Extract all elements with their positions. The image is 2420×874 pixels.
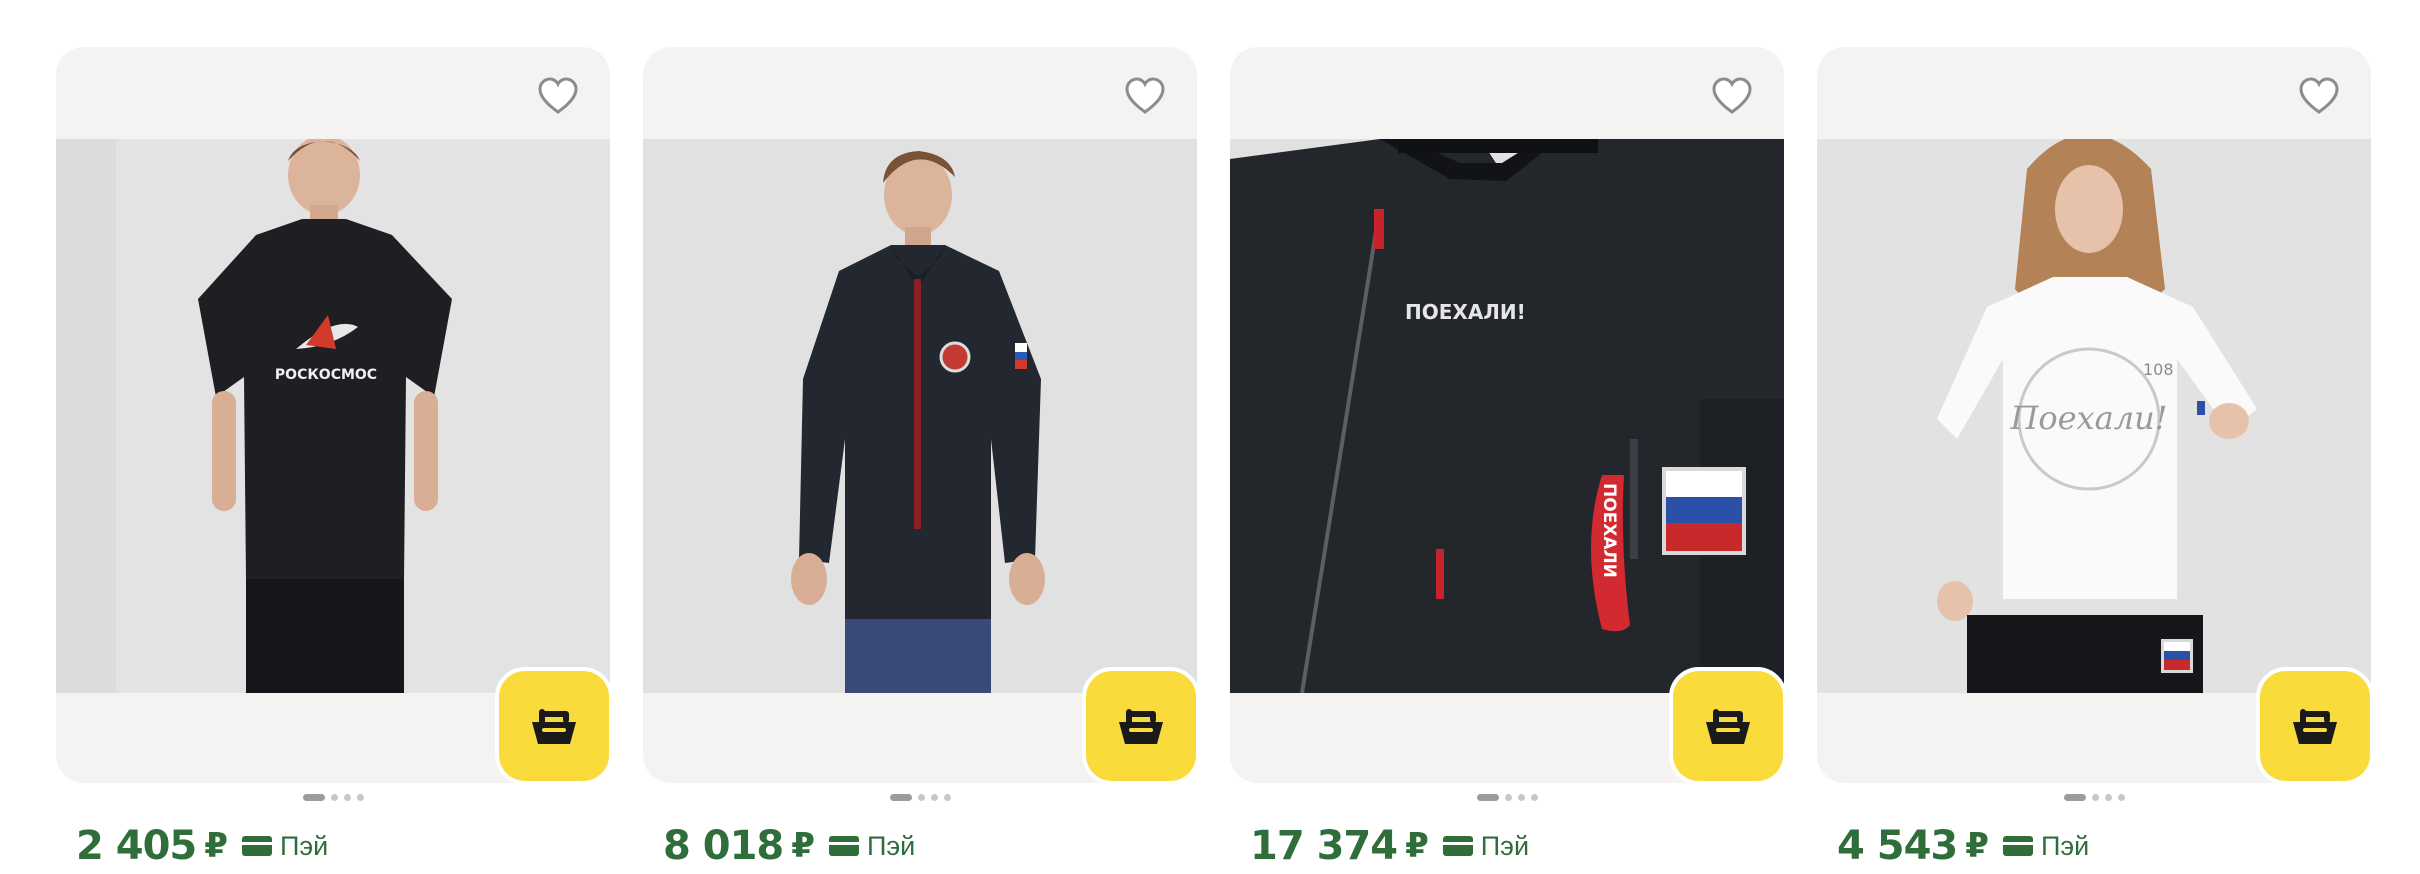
pagination-dot[interactable] xyxy=(2091,794,2099,801)
price-row[interactable]: 8 018 ₽ Пэй xyxy=(663,822,915,870)
pay-label: Пэй xyxy=(2040,830,2090,861)
pagination-dot[interactable] xyxy=(1476,794,1499,801)
basket-icon xyxy=(2293,709,2337,744)
product-card[interactable]: ПОЕХАЛИ ПОЕХАЛИ! 17 374 ₽ Пэй xyxy=(1230,47,1784,874)
price-value: 2 405 xyxy=(76,823,197,869)
add-to-cart-button[interactable] xyxy=(2256,667,2371,783)
add-to-cart-button[interactable] xyxy=(1669,667,1784,783)
strap-print-text: ПОЕХАЛИ xyxy=(1599,483,1619,578)
heart-icon xyxy=(1712,77,1752,114)
image-pagination xyxy=(1230,794,1784,802)
card-icon xyxy=(828,836,859,856)
product-card[interactable]: Поехали! 108 4 543 ₽ Пэй xyxy=(1817,47,2371,874)
currency-symbol: ₽ xyxy=(791,826,815,866)
product-media[interactable] xyxy=(643,47,1197,783)
price-value: 4 543 xyxy=(1837,823,1958,869)
product-image-bomber[interactable]: ПОЕХАЛИ ПОЕХАЛИ! xyxy=(1230,139,1784,693)
card-icon xyxy=(241,836,272,856)
image-pagination xyxy=(1817,794,2371,802)
pagination-dot[interactable] xyxy=(1530,794,1538,801)
product-media[interactable]: ПОЕХАЛИ ПОЕХАЛИ! xyxy=(1230,47,1784,783)
add-to-cart-button[interactable] xyxy=(495,667,610,783)
currency-symbol: ₽ xyxy=(204,826,228,866)
pagination-dot[interactable] xyxy=(889,794,912,801)
pay-label: Пэй xyxy=(866,830,916,861)
price-row[interactable]: 4 543 ₽ Пэй xyxy=(1837,822,2089,870)
pagination-dot[interactable] xyxy=(302,794,325,801)
pagination-dot[interactable] xyxy=(1517,794,1525,801)
basket-icon xyxy=(1706,709,1750,744)
price-value: 8 018 xyxy=(663,823,784,869)
longsleeve-print-number: 108 xyxy=(2143,360,2174,379)
add-to-cart-button[interactable] xyxy=(1082,667,1197,783)
pay-label: Пэй xyxy=(1480,830,1530,861)
pagination-dot[interactable] xyxy=(917,794,925,801)
pay-label: Пэй xyxy=(279,830,329,861)
price-value: 17 374 xyxy=(1250,823,1398,869)
pagination-dot[interactable] xyxy=(330,794,338,801)
product-image-tshirt[interactable]: РОСКОСМОС xyxy=(56,139,610,693)
favorite-button[interactable] xyxy=(1710,75,1754,119)
currency-symbol: ₽ xyxy=(1965,826,1989,866)
price-row[interactable]: 17 374 ₽ Пэй xyxy=(1250,822,1529,870)
heart-icon xyxy=(2299,77,2339,114)
image-pagination xyxy=(56,794,610,802)
product-media[interactable]: Поехали! 108 xyxy=(1817,47,2371,783)
pagination-dot[interactable] xyxy=(356,794,364,801)
tshirt-print-text: РОСКОСМОС xyxy=(275,367,377,383)
pagination-dot[interactable] xyxy=(2117,794,2125,801)
image-pagination xyxy=(643,794,1197,802)
pagination-dot[interactable] xyxy=(2063,794,2086,801)
pagination-dot[interactable] xyxy=(2104,794,2112,801)
basket-icon xyxy=(532,709,576,744)
pagination-dot[interactable] xyxy=(343,794,351,801)
product-image-longsleeve[interactable]: Поехали! 108 xyxy=(1817,139,2371,693)
heart-icon xyxy=(538,77,578,114)
pagination-dot[interactable] xyxy=(1504,794,1512,801)
currency-symbol: ₽ xyxy=(1405,826,1429,866)
product-card[interactable]: 8 018 ₽ Пэй xyxy=(643,47,1197,874)
product-media[interactable]: РОСКОСМОС xyxy=(56,47,610,783)
product-grid: РОСКОСМОС 2 405 ₽ Пэй 8 018 ₽ Пэй ПОЕХАЛ… xyxy=(56,47,2374,874)
card-icon xyxy=(1442,836,1473,856)
product-image-shirt[interactable] xyxy=(643,139,1197,693)
pagination-dot[interactable] xyxy=(930,794,938,801)
product-card[interactable]: РОСКОСМОС 2 405 ₽ Пэй xyxy=(56,47,610,874)
favorite-button[interactable] xyxy=(536,75,580,119)
card-icon xyxy=(2002,836,2033,856)
basket-icon xyxy=(1119,709,1163,744)
longsleeve-print-text: Поехали! xyxy=(2009,399,2167,437)
heart-icon xyxy=(1125,77,1165,114)
bomber-print-text: ПОЕХАЛИ! xyxy=(1405,300,1526,324)
favorite-button[interactable] xyxy=(1123,75,1167,119)
favorite-button[interactable] xyxy=(2297,75,2341,119)
price-row[interactable]: 2 405 ₽ Пэй xyxy=(76,822,328,870)
pagination-dot[interactable] xyxy=(943,794,951,801)
